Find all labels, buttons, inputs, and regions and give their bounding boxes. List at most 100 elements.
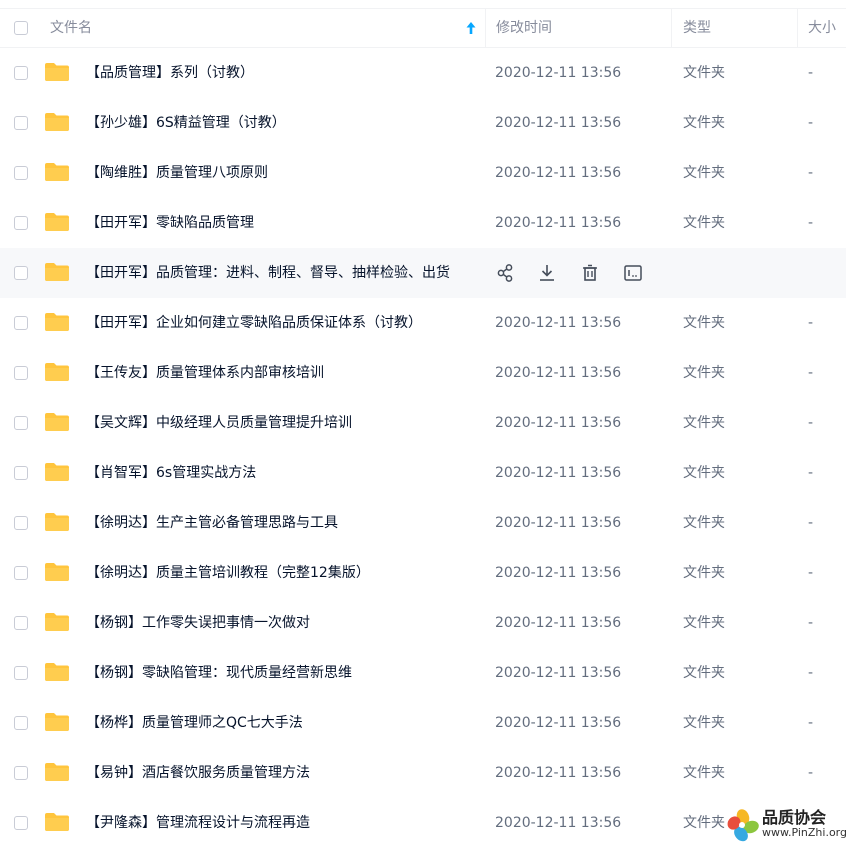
table-row[interactable]: 【尹隆森】管理流程设计与流程再造 2020-12-11 13:56 文件夹 (0, 798, 846, 848)
table-row[interactable]: 【王传友】质量管理体系内部审核培训 2020-12-11 13:56 文件夹 - (0, 348, 846, 398)
row-checkbox[interactable] (14, 66, 28, 80)
row-checkbox[interactable] (14, 266, 28, 280)
table-row[interactable]: 【田开军】品质管理：进料、制程、督导、抽样检验、出货 (0, 248, 846, 298)
modified-time: 2020-12-11 13:56 (495, 65, 622, 81)
folder-icon (45, 313, 69, 331)
file-name[interactable]: 【易钟】酒店餐饮服务质量管理方法 (86, 748, 478, 798)
folder-icon (45, 63, 69, 81)
delete-icon[interactable] (578, 261, 602, 285)
file-size: - (808, 515, 814, 531)
row-checkbox[interactable] (14, 766, 28, 780)
modified-time: 2020-12-11 13:56 (495, 415, 622, 431)
row-checkbox[interactable] (14, 616, 28, 630)
row-checkbox[interactable] (14, 516, 28, 530)
sort-ascending-icon[interactable] (465, 21, 477, 35)
file-name[interactable]: 【孙少雄】6S精益管理（讨教） (86, 98, 478, 148)
file-type: 文件夹 (683, 65, 725, 81)
row-checkbox[interactable] (14, 566, 28, 580)
column-divider[interactable] (485, 9, 486, 47)
table-row[interactable]: 【孙少雄】6S精益管理（讨教） 2020-12-11 13:56 文件夹 - (0, 98, 846, 148)
table-row[interactable]: 【肖智军】6s管理实战方法 2020-12-11 13:56 文件夹 - (0, 448, 846, 498)
modified-time: 2020-12-11 13:56 (495, 665, 622, 681)
column-header-modified[interactable]: 修改时间 (496, 9, 552, 47)
file-type: 文件夹 (683, 215, 725, 231)
folder-icon (45, 363, 69, 381)
file-name[interactable]: 【品质管理】系列（讨教） (86, 48, 478, 98)
row-checkbox[interactable] (14, 666, 28, 680)
modified-time: 2020-12-11 13:56 (495, 215, 622, 231)
table-row[interactable]: 【徐明达】质量主管培训教程（完整12集版） 2020-12-11 13:56 文件夹… (0, 548, 846, 598)
table-header: 文件名 修改时间 类型 大小 (0, 9, 846, 48)
file-name[interactable]: 【田开军】企业如何建立零缺陷品质保证体系（讨教） (86, 298, 478, 348)
file-type: 文件夹 (683, 515, 725, 531)
folder-icon (45, 213, 69, 231)
row-checkbox[interactable] (14, 466, 28, 480)
share-icon[interactable] (493, 261, 517, 285)
modified-time: 2020-12-11 13:56 (495, 715, 622, 731)
modified-time: 2020-12-11 13:56 (495, 115, 622, 131)
row-checkbox[interactable] (14, 416, 28, 430)
row-checkbox[interactable] (14, 816, 28, 830)
modified-time: 2020-12-11 13:56 (495, 515, 622, 531)
table-row[interactable]: 【徐明达】生产主管必备管理思路与工具 2020-12-11 13:56 文件夹 - (0, 498, 846, 548)
table-row[interactable]: 【杨钢】工作零失误把事情一次做对 2020-12-11 13:56 文件夹 - (0, 598, 846, 648)
select-all-checkbox[interactable] (14, 21, 28, 35)
file-type: 文件夹 (683, 665, 725, 681)
file-type: 文件夹 (683, 115, 725, 131)
file-name[interactable]: 【徐明达】生产主管必备管理思路与工具 (86, 498, 478, 548)
column-header-name[interactable]: 文件名 (50, 9, 92, 47)
row-checkbox[interactable] (14, 216, 28, 230)
file-name[interactable]: 【王传友】质量管理体系内部审核培训 (86, 348, 478, 398)
file-name[interactable]: 【尹隆森】管理流程设计与流程再造 (86, 798, 478, 848)
table-row[interactable]: 【田开军】企业如何建立零缺陷品质保证体系（讨教） 2020-12-11 13:56… (0, 298, 846, 348)
table-row[interactable]: 【易钟】酒店餐饮服务质量管理方法 2020-12-11 13:56 文件夹 - (0, 748, 846, 798)
modified-time: 2020-12-11 13:56 (495, 465, 622, 481)
file-type: 文件夹 (683, 815, 725, 831)
row-checkbox[interactable] (14, 716, 28, 730)
table-row[interactable]: 【杨钢】零缺陷管理：现代质量经营新思维 2020-12-11 13:56 文件夹 - (0, 648, 846, 698)
file-name[interactable]: 【吴文辉】中级经理人员质量管理提升培训 (86, 398, 478, 448)
column-header-size[interactable]: 大小 (808, 9, 836, 47)
table-row[interactable]: 【陶维胜】质量管理八项原则 2020-12-11 13:56 文件夹 - (0, 148, 846, 198)
rename-icon[interactable] (621, 261, 645, 285)
row-checkbox[interactable] (14, 116, 28, 130)
column-divider[interactable] (797, 9, 798, 47)
file-type: 文件夹 (683, 415, 725, 431)
table-row[interactable]: 【杨桦】质量管理师之QC七大手法 2020-12-11 13:56 文件夹 - (0, 698, 846, 748)
download-icon[interactable] (535, 261, 559, 285)
modified-time: 2020-12-11 13:56 (495, 315, 622, 331)
file-size: - (808, 65, 814, 81)
file-size: - (808, 315, 814, 331)
folder-icon (45, 513, 69, 531)
column-header-type[interactable]: 类型 (683, 9, 711, 47)
modified-time: 2020-12-11 13:56 (495, 565, 622, 581)
file-name[interactable]: 【肖智军】6s管理实战方法 (86, 448, 478, 498)
file-name[interactable]: 【陶维胜】质量管理八项原则 (86, 148, 478, 198)
table-row[interactable]: 【吴文辉】中级经理人员质量管理提升培训 2020-12-11 13:56 文件夹 - (0, 398, 846, 448)
file-name[interactable]: 【杨钢】工作零失误把事情一次做对 (86, 598, 478, 648)
file-name[interactable]: 【田开军】品质管理：进料、制程、督导、抽样检验、出货 (86, 248, 478, 298)
file-name[interactable]: 【杨钢】零缺陷管理：现代质量经营新思维 (86, 648, 478, 698)
file-type: 文件夹 (683, 565, 725, 581)
table-row[interactable]: 【品质管理】系列（讨教） 2020-12-11 13:56 文件夹 - (0, 48, 846, 98)
file-size: - (808, 765, 814, 781)
column-divider[interactable] (671, 9, 672, 47)
file-name[interactable]: 【徐明达】质量主管培训教程（完整12集版） (86, 548, 478, 598)
file-type: 文件夹 (683, 165, 725, 181)
row-checkbox[interactable] (14, 366, 28, 380)
file-type: 文件夹 (683, 315, 725, 331)
file-name[interactable]: 【杨桦】质量管理师之QC七大手法 (86, 698, 478, 748)
modified-time: 2020-12-11 13:56 (495, 765, 622, 781)
modified-time: 2020-12-11 13:56 (495, 165, 622, 181)
row-checkbox[interactable] (14, 166, 28, 180)
folder-icon (45, 113, 69, 131)
modified-time: 2020-12-11 13:56 (495, 615, 622, 631)
row-checkbox[interactable] (14, 316, 28, 330)
table-row[interactable]: 【田开军】零缺陷品质管理 2020-12-11 13:56 文件夹 - (0, 198, 846, 248)
watermark-url: www.PinZhi.org (762, 826, 846, 839)
file-name[interactable]: 【田开军】零缺陷品质管理 (86, 198, 478, 248)
folder-icon (45, 463, 69, 481)
file-size: - (808, 215, 814, 231)
file-size: - (808, 715, 814, 731)
file-type: 文件夹 (683, 465, 725, 481)
